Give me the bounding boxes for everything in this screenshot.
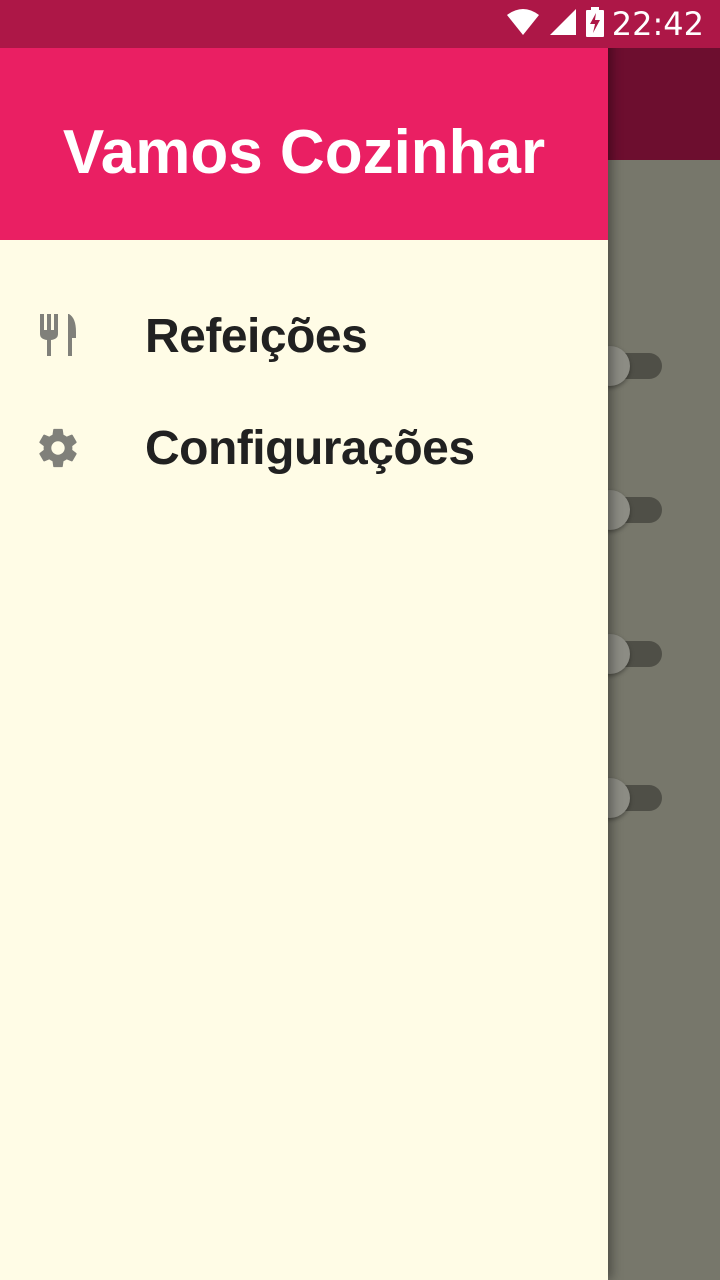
restaurant-icon [34,312,82,360]
settings-gear-icon [34,424,82,472]
drawer-title: Vamos Cozinhar [62,118,546,187]
signal-icon [548,7,578,42]
drawer-header: Vamos Cozinhar [0,48,608,240]
navigation-drawer: Vamos Cozinhar Refeições Configurações [0,0,608,1280]
battery-charging-icon [585,6,604,42]
screen: Vamos Cozinhar Refeições Configurações 2… [0,0,720,1280]
wifi-icon [506,8,540,41]
status-bar: 22:42 [0,0,720,48]
menu-item-label: Configurações [145,421,475,475]
menu-item-configuracoes[interactable]: Configurações [0,392,608,504]
menu-item-refeicoes[interactable]: Refeições [0,280,608,392]
drawer-menu: Refeições Configurações [0,280,608,504]
menu-item-label: Refeições [145,309,368,363]
status-time: 22:42 [611,5,704,43]
status-icons: 22:42 [506,0,704,48]
